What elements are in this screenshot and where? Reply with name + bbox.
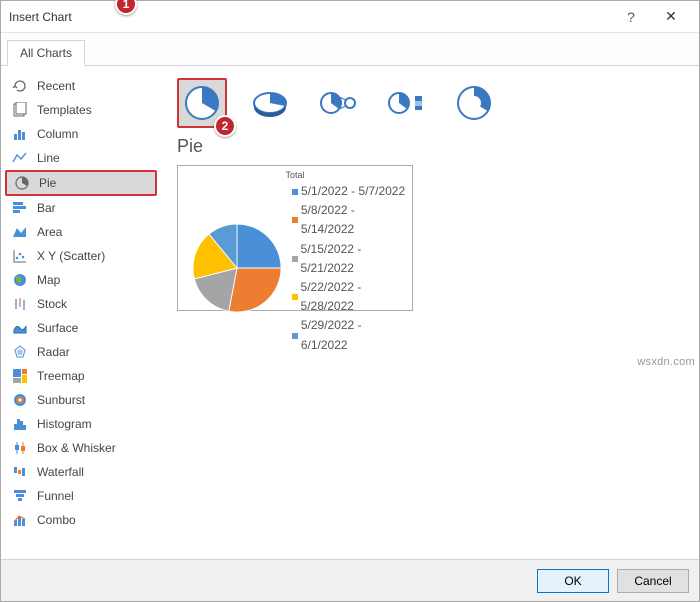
close-button[interactable]: ✕: [651, 8, 691, 25]
sidebar-item-funnel[interactable]: Funnel: [1, 484, 161, 508]
subtype-pie[interactable]: 2: [177, 78, 227, 128]
legend-item: 5/1/2022 - 5/7/2022: [292, 182, 408, 201]
surface-icon: [11, 319, 29, 337]
legend-item: 5/29/2022 - 6/1/2022: [292, 316, 408, 354]
sidebar-item-surface[interactable]: Surface: [1, 316, 161, 340]
sunburst-icon: [11, 391, 29, 409]
sidebar-item-label: Recent: [37, 79, 75, 93]
sidebar-item-column[interactable]: Column: [1, 122, 161, 146]
recent-icon: [11, 77, 29, 95]
scatter-icon: [11, 247, 29, 265]
sidebar-item-sunburst[interactable]: Sunburst: [1, 388, 161, 412]
sidebar-item-label: Box & Whisker: [37, 441, 116, 455]
sidebar-item-histogram[interactable]: Histogram: [1, 412, 161, 436]
tab-all-charts[interactable]: All Charts: [7, 40, 85, 66]
sidebar-item-label: Stock: [37, 297, 67, 311]
line-icon: [11, 149, 29, 167]
treemap-icon: [11, 367, 29, 385]
subtype-doughnut[interactable]: [449, 78, 499, 128]
preview-title: Total: [182, 170, 408, 180]
sidebar-item-label: Column: [37, 127, 78, 141]
funnel-icon: [11, 487, 29, 505]
sidebar-item-label: Templates: [37, 103, 92, 117]
stock-icon: [11, 295, 29, 313]
sidebar-item-label: Sunburst: [37, 393, 85, 407]
legend-item: 5/22/2022 - 5/28/2022: [292, 278, 408, 316]
sidebar-item-label: Histogram: [37, 417, 92, 431]
dialog-body: Recent Templates Column Line Pie 1 Ba: [1, 66, 699, 559]
sidebar-item-scatter[interactable]: X Y (Scatter): [1, 244, 161, 268]
sidebar-item-label: Map: [37, 273, 60, 287]
sidebar-item-label: Waterfall: [37, 465, 84, 479]
sidebar-item-label: Funnel: [37, 489, 74, 503]
column-icon: [11, 125, 29, 143]
boxwhisker-icon: [11, 439, 29, 457]
area-icon: [11, 223, 29, 241]
watermark: wsxdn.com: [637, 356, 695, 368]
sidebar-item-label: Surface: [37, 321, 78, 335]
sidebar-item-boxwhisker[interactable]: Box & Whisker: [1, 436, 161, 460]
sidebar-item-label: Treemap: [37, 369, 85, 383]
pie-chart-svg: [182, 208, 292, 328]
sidebar-item-pie[interactable]: Pie 1: [5, 170, 157, 196]
sidebar-item-treemap[interactable]: Treemap: [1, 364, 161, 388]
ok-button[interactable]: OK: [537, 569, 609, 593]
titlebar: Insert Chart ? ✕: [1, 1, 699, 33]
bar-icon: [11, 199, 29, 217]
pie-subtype-row: 2: [177, 78, 683, 128]
callout-2: 2: [214, 115, 236, 137]
dialog-insert-chart: Insert Chart ? ✕ All Charts Recent Templ…: [0, 0, 700, 602]
sidebar-item-combo[interactable]: Combo: [1, 508, 161, 532]
sidebar-item-waterfall[interactable]: Waterfall: [1, 460, 161, 484]
sidebar-item-area[interactable]: Area: [1, 220, 161, 244]
sidebar-item-recent[interactable]: Recent: [1, 74, 161, 98]
subtype-3d-pie[interactable]: [245, 78, 295, 128]
templates-icon: [11, 101, 29, 119]
tabs-bar: All Charts: [1, 33, 699, 66]
subtype-pie-of-pie[interactable]: [313, 78, 363, 128]
sidebar-item-label: Pie: [39, 176, 56, 190]
map-icon: [11, 271, 29, 289]
sidebar-item-stock[interactable]: Stock: [1, 292, 161, 316]
cancel-button[interactable]: Cancel: [617, 569, 689, 593]
sidebar-item-line[interactable]: Line: [1, 146, 161, 170]
chart-type-title: Pie: [177, 136, 683, 157]
chart-preview[interactable]: Total 5/1/2022 - 5/7/2022 5/8/2022 - 5/1…: [177, 165, 413, 311]
sidebar-item-templates[interactable]: Templates: [1, 98, 161, 122]
dialog-title: Insert Chart: [9, 10, 611, 24]
combo-icon: [11, 511, 29, 529]
sidebar-item-bar[interactable]: Bar: [1, 196, 161, 220]
chart-category-sidebar: Recent Templates Column Line Pie 1 Ba: [1, 66, 161, 559]
sidebar-item-label: Area: [37, 225, 62, 239]
sidebar-item-radar[interactable]: Radar: [1, 340, 161, 364]
waterfall-icon: [11, 463, 29, 481]
radar-icon: [11, 343, 29, 361]
sidebar-item-map[interactable]: Map: [1, 268, 161, 292]
subtype-bar-of-pie[interactable]: [381, 78, 431, 128]
sidebar-item-label: Combo: [37, 513, 76, 527]
legend: 5/1/2022 - 5/7/2022 5/8/2022 - 5/14/2022…: [292, 182, 408, 355]
help-button[interactable]: ?: [611, 9, 651, 25]
histogram-icon: [11, 415, 29, 433]
sidebar-item-label: X Y (Scatter): [37, 249, 105, 263]
sidebar-item-label: Bar: [37, 201, 56, 215]
pie-icon: [13, 174, 31, 192]
legend-item: 5/15/2022 - 5/21/2022: [292, 240, 408, 278]
button-bar: OK Cancel: [1, 559, 699, 601]
legend-item: 5/8/2022 - 5/14/2022: [292, 201, 408, 239]
main-panel: 2 Pie Total: [161, 66, 699, 559]
sidebar-item-label: Radar: [37, 345, 70, 359]
sidebar-item-label: Line: [37, 151, 60, 165]
